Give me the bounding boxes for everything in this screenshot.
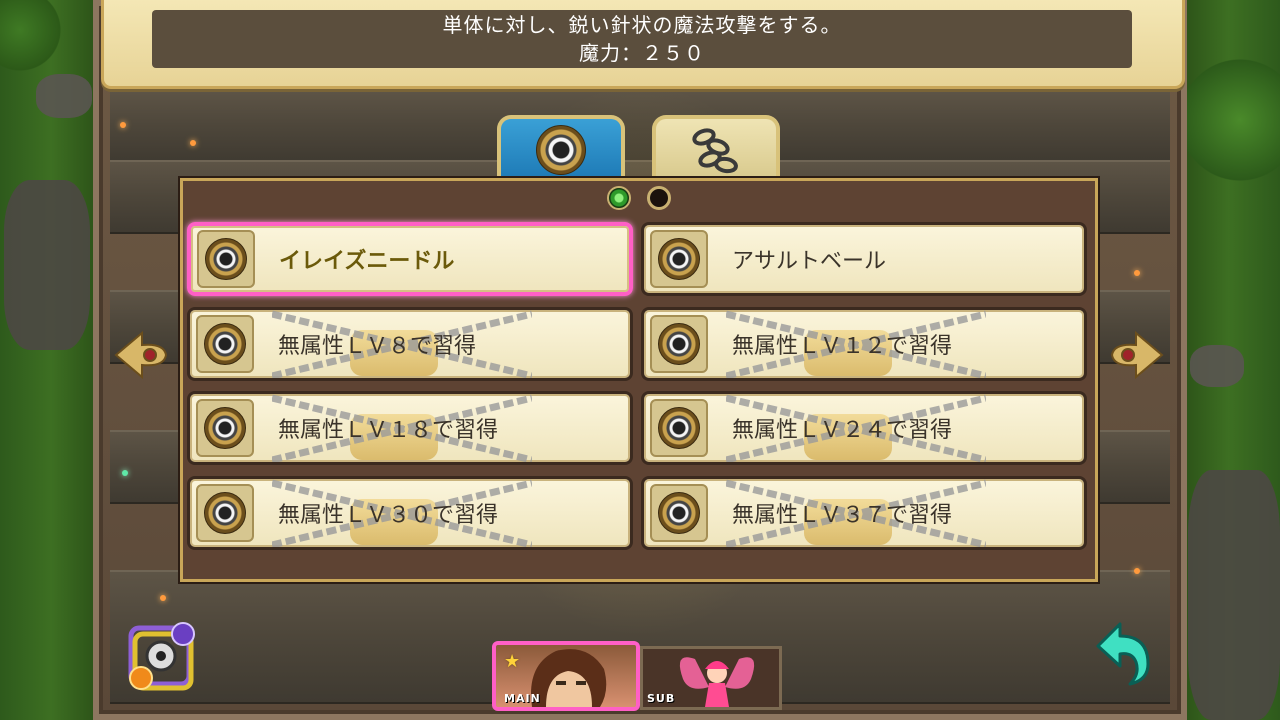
skill-icon-frame <box>197 230 255 288</box>
sparkle <box>122 470 128 476</box>
sparkle <box>120 122 126 128</box>
sparkle <box>1134 568 1140 574</box>
eye-medal-icon <box>658 238 700 280</box>
sub-character-portrait[interactable]: SUB <box>640 646 782 710</box>
rock-decoration <box>1188 470 1280 720</box>
star-icon: ★ <box>504 651 521 672</box>
tab-magic[interactable] <box>497 115 625 181</box>
eye-medal-icon <box>536 125 586 175</box>
rock-decoration <box>4 180 90 350</box>
sparkle <box>190 140 196 146</box>
skill-description-text: 単体に対し、鋭い針状の魔法攻撃をする。 <box>442 13 842 37</box>
rock-decoration <box>1190 345 1244 387</box>
skill-name: イレイズニードル <box>279 249 455 274</box>
skill-unlock-condition: 無属性ＬＶ２４で習得 <box>732 418 953 443</box>
page-indicator-dot-active[interactable] <box>607 186 631 210</box>
eye-medal-icon <box>205 238 247 280</box>
skill-slot-1[interactable]: イレイズニードル <box>187 222 633 296</box>
skill-icon-frame <box>196 484 254 542</box>
skill-name: アサルトベール <box>732 249 887 274</box>
skill-icon-frame <box>650 399 708 457</box>
ornate-left-arrow-icon[interactable] <box>112 322 170 388</box>
eye-medal-icon <box>204 323 246 365</box>
back-arrow-icon <box>1096 622 1150 686</box>
page-indicator-dot[interactable] <box>647 186 671 210</box>
skill-slot-locked-4[interactable]: 無属性ＬＶ１２で習得 <box>641 307 1087 381</box>
skill-slot-locked-6[interactable]: 無属性ＬＶ２４で習得 <box>641 391 1087 465</box>
skill-icon-frame <box>196 399 254 457</box>
skill-icon-frame <box>196 315 254 373</box>
main-character-portrait[interactable]: ★ MAIN <box>492 641 640 711</box>
skill-power-text: 魔力：２５０ <box>579 41 705 65</box>
skill-unlock-condition: 無属性ＬＶ１２で習得 <box>732 334 953 359</box>
skill-unlock-condition: 無属性ＬＶ８で習得 <box>278 334 477 359</box>
skill-slot-locked-7[interactable]: 無属性ＬＶ３０で習得 <box>187 476 633 550</box>
skill-icon-frame <box>650 230 708 288</box>
skill-slot-2[interactable]: アサルトベール <box>641 222 1087 296</box>
eye-medal-icon <box>204 407 246 449</box>
sparkle <box>1134 270 1140 276</box>
sparkle <box>160 595 166 601</box>
skill-unlock-condition: 無属性ＬＶ３７で習得 <box>732 503 953 528</box>
chain-icon <box>692 128 738 174</box>
element-swap-icon <box>128 622 195 691</box>
skill-slot-locked-5[interactable]: 無属性ＬＶ１８で習得 <box>187 391 633 465</box>
rock-decoration <box>36 74 92 118</box>
ornate-right-arrow-icon[interactable] <box>1108 322 1166 388</box>
skill-icon-frame <box>650 315 708 373</box>
eye-medal-icon <box>204 492 246 534</box>
eye-medal-icon <box>658 492 700 534</box>
skill-unlock-condition: 無属性ＬＶ１８で習得 <box>278 418 499 443</box>
skill-slot-locked-3[interactable]: 無属性ＬＶ８で習得 <box>187 307 633 381</box>
skill-unlock-condition: 無属性ＬＶ３０で習得 <box>278 503 499 528</box>
eye-medal-icon <box>658 407 700 449</box>
skill-icon-frame <box>650 484 708 542</box>
main-tag: MAIN <box>504 692 541 705</box>
skill-description-box: 単体に対し、鋭い針状の魔法攻撃をする。 魔力：２５０ <box>101 0 1185 89</box>
element-swap-button[interactable] <box>125 620 199 692</box>
eye-medal-icon <box>658 323 700 365</box>
skill-description-panel: 単体に対し、鋭い針状の魔法攻撃をする。 魔力：２５０ <box>152 10 1132 68</box>
sub-tag: SUB <box>647 692 676 705</box>
skill-slot-locked-8[interactable]: 無属性ＬＶ３７で習得 <box>641 476 1087 550</box>
tab-chain[interactable] <box>652 115 780 181</box>
back-button[interactable] <box>1090 618 1154 688</box>
